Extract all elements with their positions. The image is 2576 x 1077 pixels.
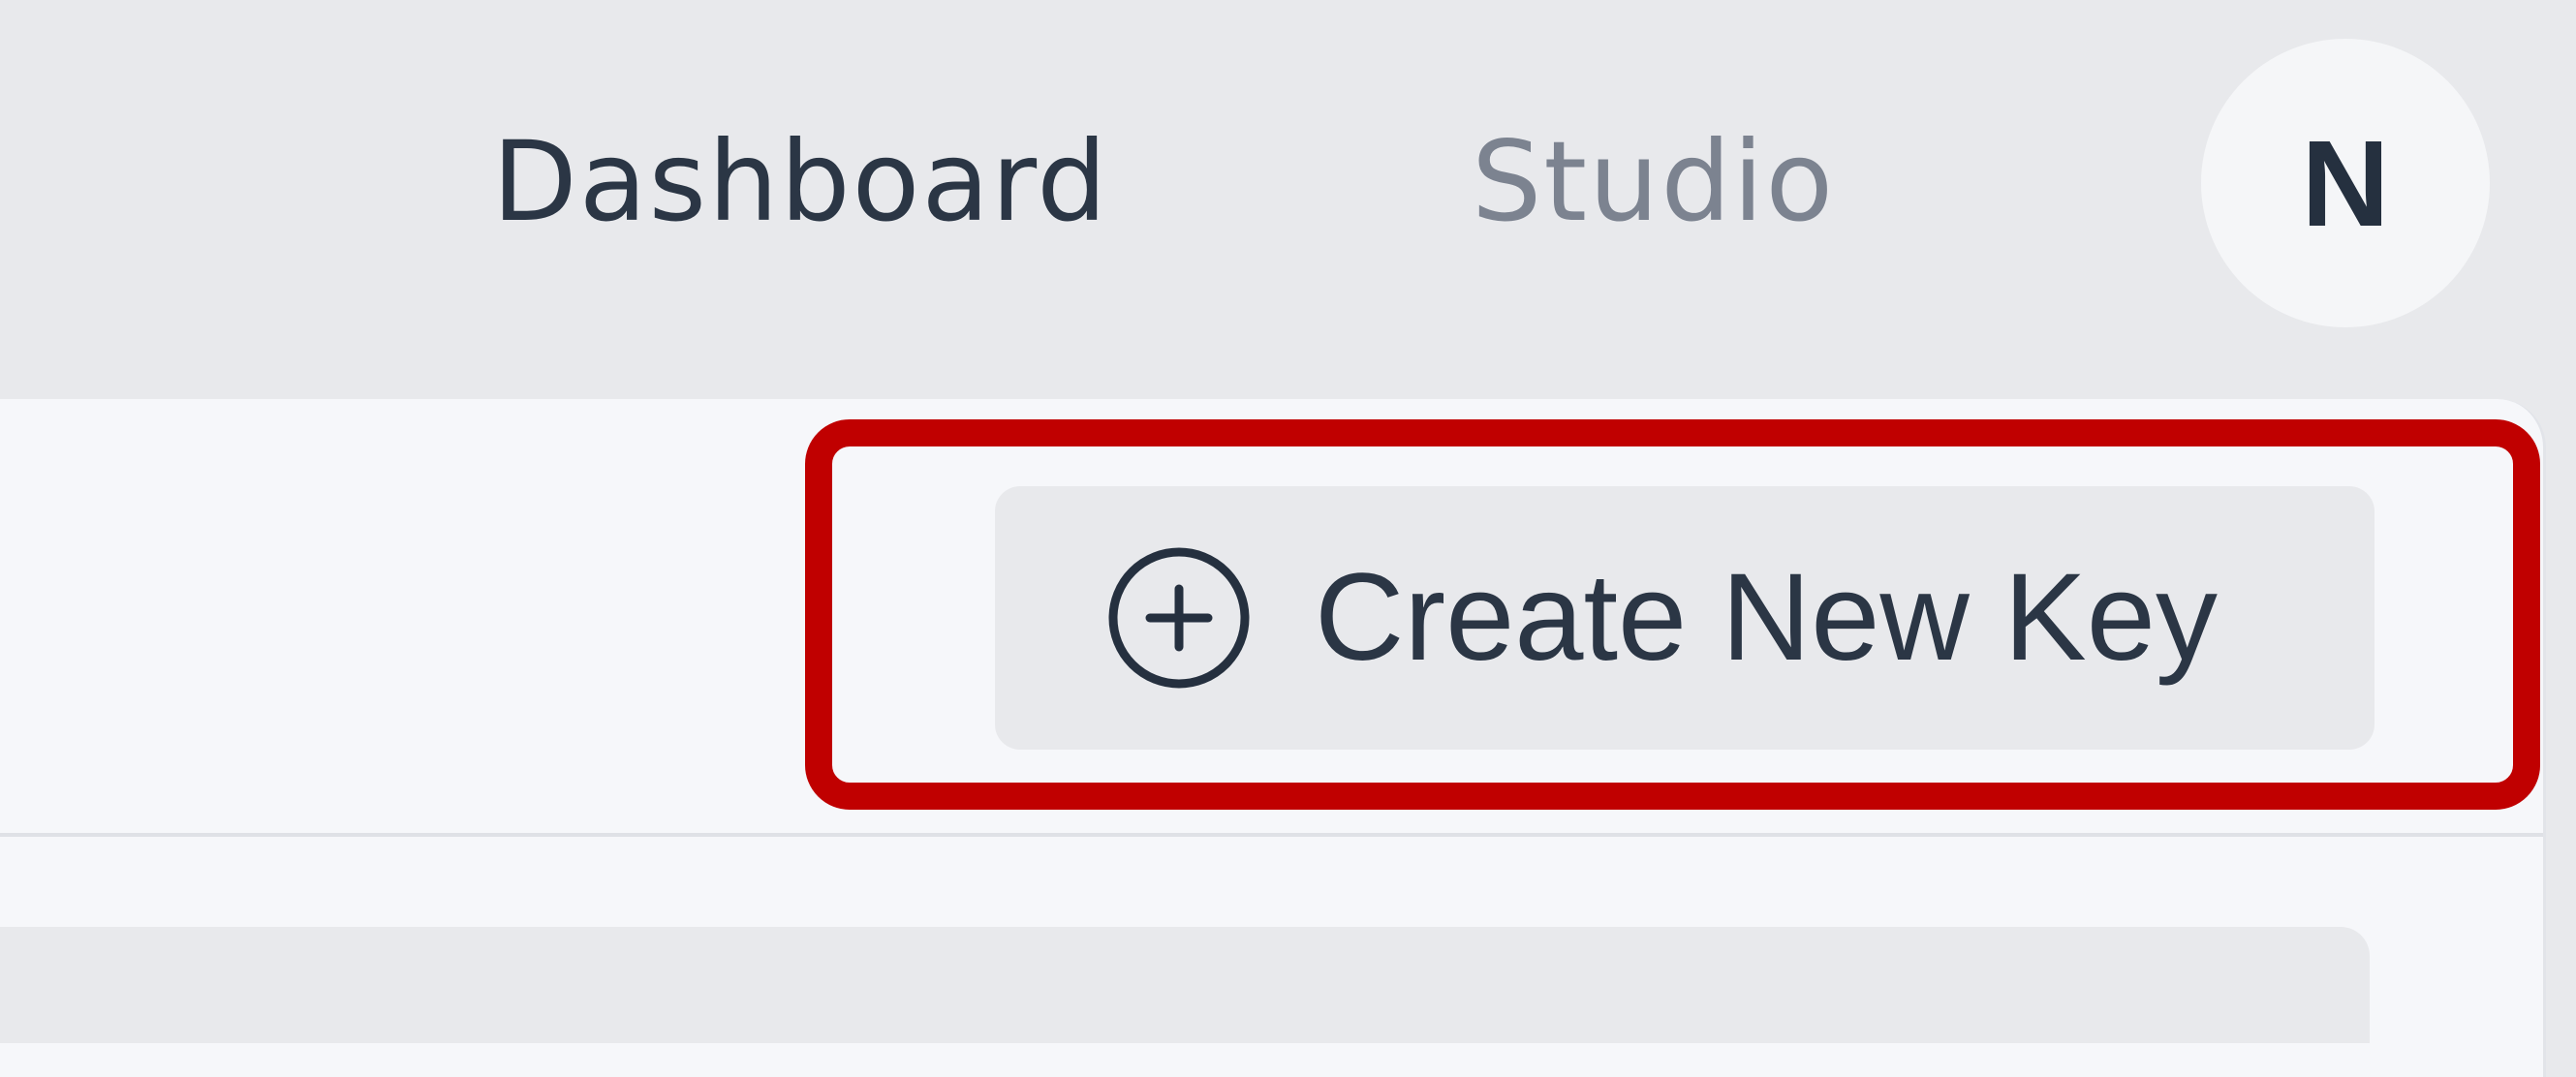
create-new-key-button[interactable]: Create New Key xyxy=(995,486,2374,750)
plus-circle-icon xyxy=(1108,547,1250,689)
top-navigation: Dashboard Studio N xyxy=(0,0,2576,399)
nav-dashboard-link[interactable]: Dashboard xyxy=(492,114,1108,250)
content-block xyxy=(0,927,2370,1043)
user-avatar[interactable]: N xyxy=(2201,39,2490,327)
create-new-key-label: Create New Key xyxy=(1315,548,2218,687)
nav-studio-link[interactable]: Studio xyxy=(1472,114,1835,250)
